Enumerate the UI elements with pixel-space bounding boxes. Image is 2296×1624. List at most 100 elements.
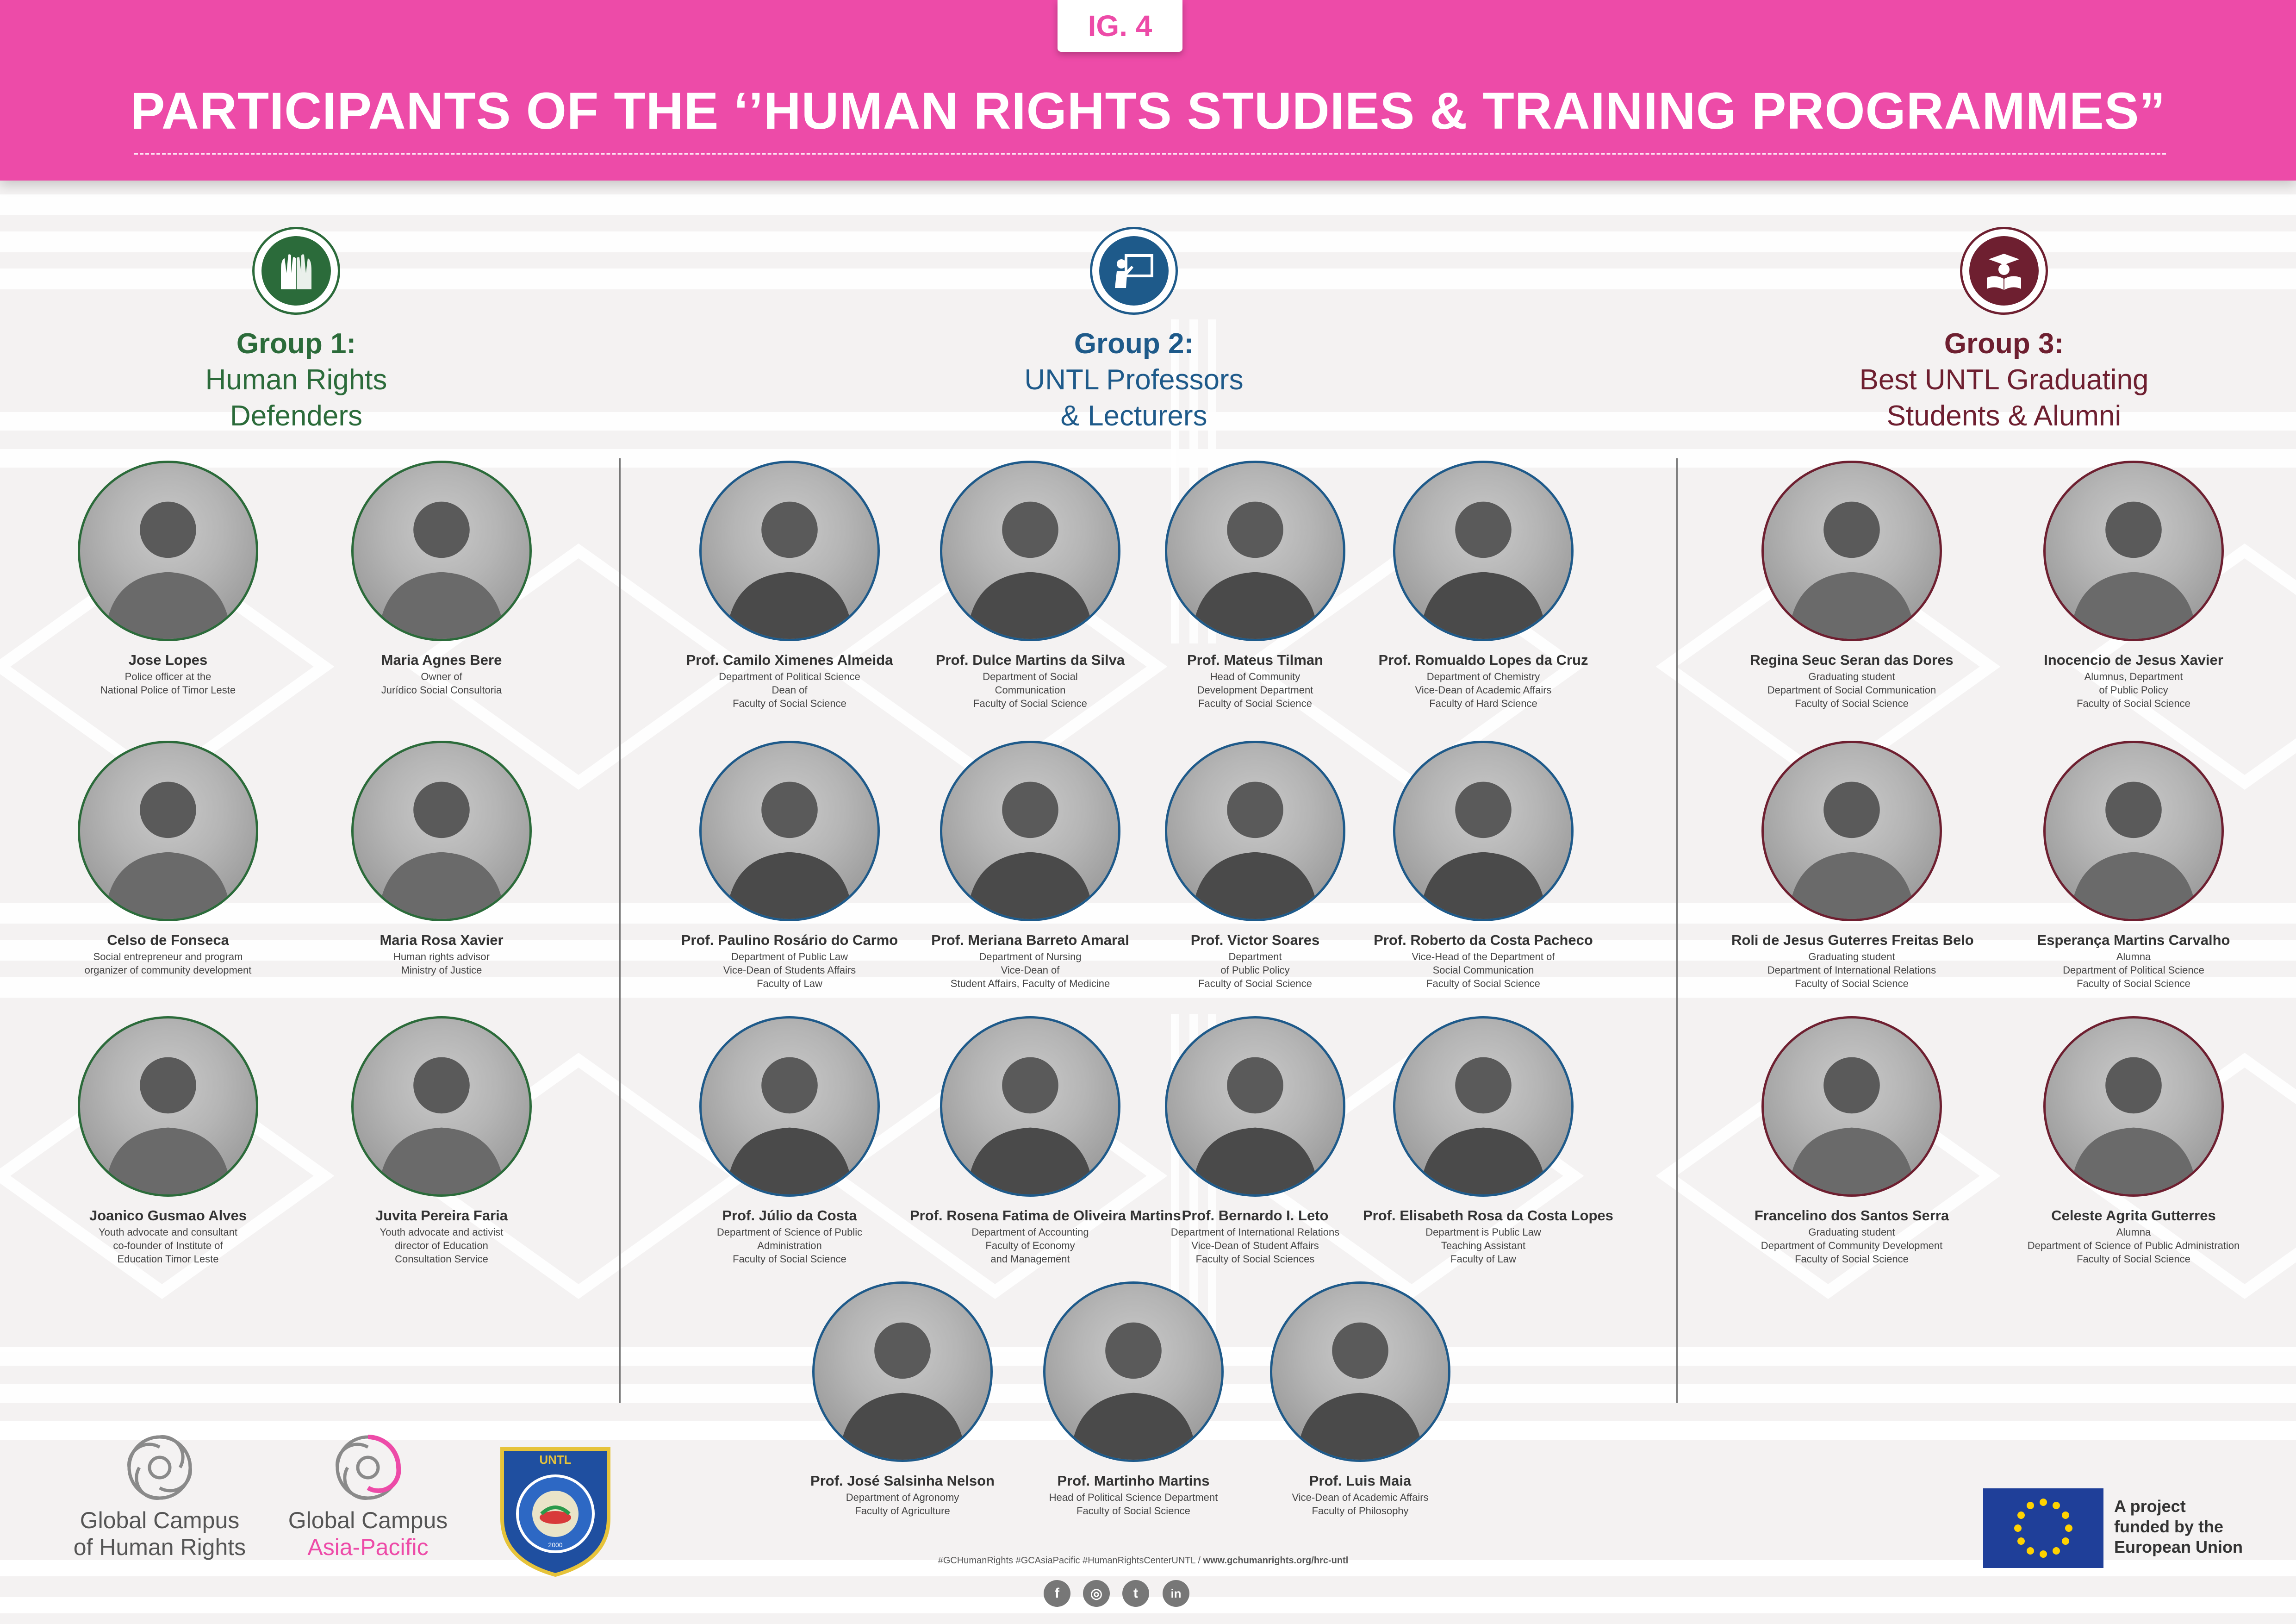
participant-name: Prof. Meriana Barreto Amaral — [931, 932, 1129, 948]
participant-role: Vice-Dean of Academic Affairs Faculty of… — [1292, 1492, 1429, 1517]
participant-name: Francelino dos Santos Serra — [1754, 1207, 1949, 1224]
linkedin-icon[interactable]: in — [1163, 1580, 1189, 1607]
participant-name: Jose Lopes — [128, 652, 208, 668]
participant-role: Department of Political Science Dean of … — [719, 671, 860, 709]
portrait-photo — [78, 741, 258, 921]
group2-subtitle-line1: UNTL Professors — [1024, 364, 1244, 396]
participant-card: Prof. Elisabeth Rosa da Costa Lopes Depa… — [1363, 1016, 1613, 1266]
participant-card: Prof. Victor Soares Department of Public… — [1135, 741, 1375, 990]
participant-role: Graduating student Department of Communi… — [1761, 1226, 1943, 1265]
participant-name: Regina Seuc Seran das Dores — [1750, 652, 1954, 668]
participant-role: Department of Public Law Vice-Dean of St… — [723, 951, 856, 989]
portrait-photo — [78, 1016, 258, 1197]
portrait-photo — [1270, 1281, 1450, 1462]
participant-role: Alumna Department of Political Science F… — [2063, 951, 2204, 989]
participant-card: Roli de Jesus Guterres Freitas Belo Grad… — [1731, 741, 1974, 990]
group3-title: Group 3: — [1944, 328, 2064, 360]
participant-name: Celso de Fonseca — [107, 932, 229, 948]
portrait-photo — [1393, 461, 1574, 641]
eu-funding-text: A project funded by the European Union — [2114, 1496, 2243, 1557]
participant-card: Prof. Bernardo I. Leto Department of Int… — [1135, 1016, 1375, 1266]
group2-subtitle-line2: & Lecturers — [1060, 400, 1207, 432]
participant-card: Prof. Júlio da Costa Department of Scien… — [669, 1016, 910, 1266]
participant-role: Department is Public Law Teaching Assist… — [1425, 1226, 1541, 1265]
untl-shield-icon: UNTL 2000 — [500, 1447, 610, 1577]
portrait-photo — [1761, 1016, 1942, 1197]
participant-name: Inocencio de Jesus Xavier — [2044, 652, 2223, 668]
participant-name: Prof. Martinho Martins — [1057, 1473, 1210, 1489]
participant-card: Jose Lopes Police officer at the Nationa… — [48, 461, 288, 697]
participant-role: Youth advocate and activist director of … — [380, 1226, 504, 1265]
participant-name: Prof. José Salsinha Nelson — [810, 1473, 995, 1489]
portrait-photo — [1393, 1016, 1574, 1197]
participant-name: Esperança Martins Carvalho — [2037, 932, 2230, 948]
title-divider — [134, 153, 2166, 155]
portrait-photo — [78, 461, 258, 641]
group3-subtitle-line1: Best UNTL Graduating — [1859, 364, 2149, 396]
group3-subtitle-line2: Students & Alumni — [1886, 400, 2122, 432]
instagram-icon[interactable]: ◎ — [1083, 1580, 1110, 1607]
logo1-line1: Global Campus — [80, 1507, 240, 1533]
page-title: PARTICIPANTS OF THE ‘’HUMAN RIGHTS STUDI… — [130, 82, 2166, 140]
twitter-icon[interactable]: t — [1122, 1580, 1149, 1607]
participant-role: Police officer at the National Police of… — [100, 671, 236, 696]
participant-name: Prof. Rosena Fatima de Oliveira Martins — [910, 1207, 1181, 1224]
participant-card: Prof. Martinho Martins Head of Political… — [1013, 1281, 1254, 1518]
eu-line3: European Union — [2114, 1537, 2243, 1556]
participant-role: Department of Chemistry Vice-Dean of Aca… — [1415, 671, 1552, 709]
portrait-photo — [699, 1016, 880, 1197]
participant-name: Prof. Elisabeth Rosa da Costa Lopes — [1363, 1207, 1613, 1224]
group1-subtitle-line1: Human Rights — [205, 364, 387, 396]
participant-card: Juvita Pereira Faria Youth advocate and … — [321, 1016, 562, 1266]
portrait-photo — [940, 461, 1120, 641]
participant-name: Celeste Agrita Gutterres — [2051, 1207, 2216, 1224]
graduate-book-icon — [1960, 227, 2048, 315]
participant-card: Celeste Agrita Gutterres Alumna Departme… — [2013, 1016, 2254, 1266]
participant-name: Prof. Paulino Rosário do Carmo — [681, 932, 898, 948]
participant-role: Head of Community Development Department… — [1197, 671, 1313, 709]
portrait-photo — [1165, 741, 1345, 921]
teacher-board-icon — [1090, 227, 1178, 315]
untl-top-label: UNTL — [539, 1453, 571, 1467]
logo2-line1: Global Campus — [288, 1507, 448, 1533]
participant-card: Prof. Paulino Rosário do Carmo Departmen… — [669, 741, 910, 990]
participant-name: Prof. Bernardo I. Leto — [1182, 1207, 1329, 1224]
portrait-photo — [940, 741, 1120, 921]
figure-label: IG. 4 — [1058, 0, 1182, 52]
spiral-logo-pink-icon — [336, 1435, 401, 1500]
portrait-photo — [2043, 741, 2224, 921]
participant-role: Graduating student Department of Social … — [1767, 671, 1936, 709]
participant-role: Human rights advisor Ministry of Justice — [393, 951, 490, 976]
participant-role: Social entrepreneur and program organize… — [84, 951, 252, 976]
participant-role: Alumnus, Department of Public Policy Fac… — [2077, 671, 2190, 709]
participant-name: Juvita Pereira Faria — [375, 1207, 508, 1224]
portrait-photo — [1043, 1281, 1224, 1462]
participant-role: Head of Political Science Department Fac… — [1049, 1492, 1218, 1517]
participant-card: Esperança Martins Carvalho Alumna Depart… — [2013, 741, 2254, 990]
header-banner: IG. 4 PARTICIPANTS OF THE ‘’HUMAN RIGHTS… — [0, 0, 2296, 181]
participant-card: Prof. Dulce Martins da Silva Department … — [910, 461, 1151, 710]
participant-name: Prof. Júlio da Costa — [722, 1207, 857, 1224]
participant-name: Joanico Gusmao Alves — [89, 1207, 247, 1224]
participant-card: Prof. Roberto da Costa Pacheco Vice-Head… — [1363, 741, 1604, 990]
participant-card: Inocencio de Jesus Xavier Alumnus, Depar… — [2013, 461, 2254, 710]
group1-subtitle-line2: Defenders — [230, 400, 363, 432]
untl-logo: UNTL 2000 — [491, 1440, 620, 1581]
participant-role: Department of Agronomy Faculty of Agricu… — [846, 1492, 959, 1517]
participant-card: Francelino dos Santos Serra Graduating s… — [1731, 1016, 1972, 1266]
participant-card: Prof. Meriana Barreto Amaral Department … — [910, 741, 1151, 990]
logo2-line2: Asia-Pacific — [307, 1534, 429, 1560]
participant-role: Owner of Jurídico Social Consultoria — [381, 671, 502, 696]
portrait-photo — [812, 1281, 993, 1462]
group2-title: Group 2: — [1074, 328, 1194, 360]
participant-name: Maria Rosa Xavier — [380, 932, 504, 948]
hashtags-text: #GCHumanRights #GCAsiaPacific #HumanRigh… — [938, 1555, 1203, 1566]
portrait-photo — [351, 1016, 532, 1197]
hashtags-line: #GCHumanRights #GCAsiaPacific #HumanRigh… — [727, 1555, 1560, 1566]
participant-card: Joanico Gusmao Alves Youth advocate and … — [48, 1016, 288, 1266]
group-divider-left — [619, 458, 621, 1403]
facebook-icon[interactable]: f — [1044, 1580, 1070, 1607]
participant-name: Prof. Romualdo Lopes da Cruz — [1378, 652, 1588, 668]
participant-role: Department of Nursing Vice-Dean of Stude… — [950, 951, 1110, 989]
website-link[interactable]: www.gchumanrights.org/hrc-untl — [1203, 1555, 1349, 1566]
